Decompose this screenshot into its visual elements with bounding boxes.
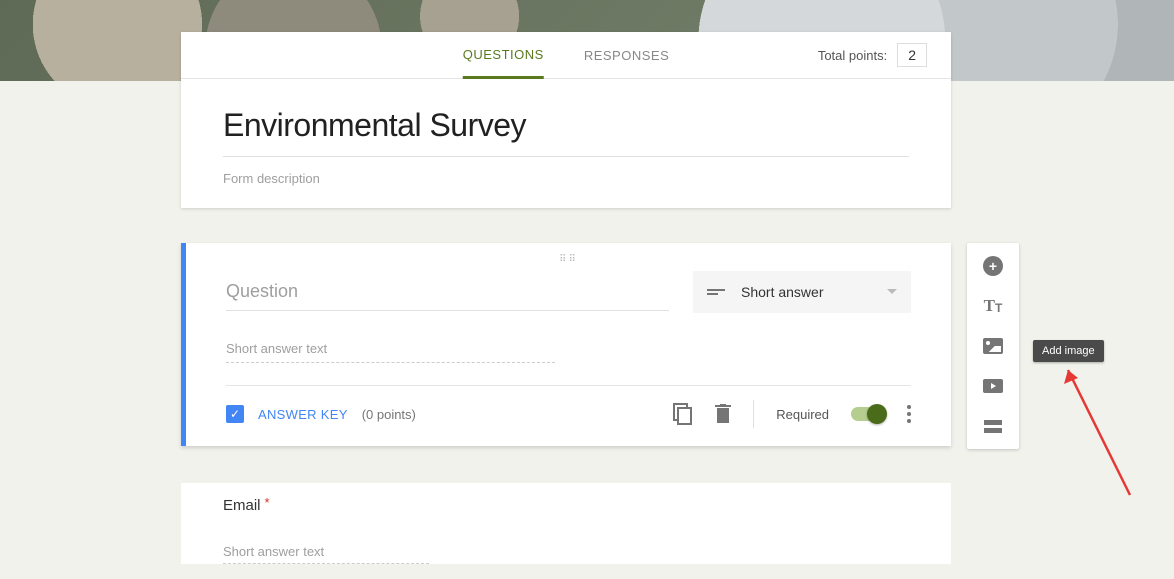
delete-button[interactable] — [715, 404, 731, 424]
add-title-button[interactable]: TT — [982, 295, 1004, 317]
question-type-dropdown[interactable]: Short answer — [693, 271, 911, 313]
drag-dots-icon: ⠿⠿ — [559, 254, 578, 265]
text-title-icon: TT — [984, 296, 1003, 316]
add-video-button[interactable] — [982, 375, 1004, 397]
tabs-row: QUESTIONS RESPONSES Total points: 2 — [181, 32, 951, 79]
short-answer-preview: Short answer text — [226, 335, 555, 363]
required-label: Required — [776, 407, 829, 422]
form-header-card: QUESTIONS RESPONSES Total points: 2 Envi… — [181, 32, 951, 208]
annotation-arrow — [1050, 360, 1140, 500]
form-title-input[interactable]: Environmental Survey — [223, 107, 909, 144]
email-answer-preview: Short answer text — [223, 540, 429, 564]
short-answer-icon — [707, 289, 725, 295]
trash-icon — [715, 404, 731, 424]
chevron-down-icon — [887, 289, 897, 295]
email-question-card: Email * Short answer text — [181, 483, 951, 564]
answer-key-check-icon: ✓ — [226, 405, 244, 423]
question-type-label: Short answer — [741, 284, 871, 300]
toggle-knob — [867, 404, 887, 424]
required-toggle[interactable] — [851, 407, 885, 421]
floating-toolbar: + TT — [967, 243, 1019, 449]
question-title-input[interactable]: Question — [226, 277, 669, 311]
add-question-button[interactable]: + — [982, 255, 1004, 277]
tooltip-add-image: Add image — [1033, 340, 1104, 362]
duplicate-button[interactable] — [673, 403, 693, 425]
total-points-label: Total points: — [818, 48, 887, 63]
add-section-button[interactable] — [982, 415, 1004, 437]
answer-key-points: (0 points) — [362, 407, 416, 422]
plus-circle-icon: + — [983, 256, 1003, 276]
total-points: Total points: 2 — [818, 43, 927, 67]
form-description-input[interactable]: Form description — [223, 171, 909, 186]
add-image-button[interactable] — [982, 335, 1004, 357]
answer-key-button[interactable]: ANSWER KEY — [258, 407, 348, 422]
section-icon — [984, 420, 1002, 433]
image-icon — [983, 338, 1003, 354]
copy-icon — [673, 403, 693, 425]
question-card-active: ⠿⠿ Question Short answer Short answer te… — [181, 243, 951, 446]
email-question-label: Email — [223, 497, 261, 514]
more-options-button[interactable] — [907, 405, 911, 423]
tab-responses[interactable]: RESPONSES — [584, 32, 669, 78]
required-indicator: * — [265, 495, 270, 510]
video-icon — [983, 379, 1003, 393]
total-points-value: 2 — [897, 43, 927, 67]
divider — [753, 400, 754, 428]
tab-questions[interactable]: QUESTIONS — [463, 33, 544, 79]
drag-handle[interactable]: ⠿⠿ — [186, 243, 951, 269]
